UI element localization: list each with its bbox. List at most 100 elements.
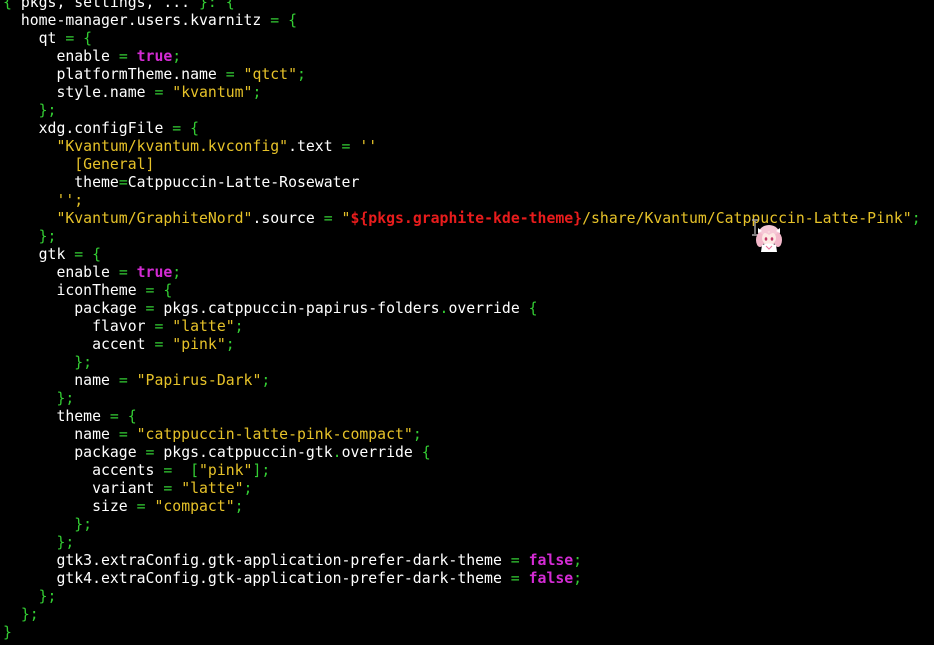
code-punctuation: ; bbox=[911, 210, 921, 227]
code-line[interactable]: }; bbox=[3, 390, 934, 408]
code-punctuation: = bbox=[510, 570, 529, 587]
code-string: ''; bbox=[3, 192, 84, 209]
code-keyword: false bbox=[528, 552, 574, 569]
code-punctuation: = { bbox=[109, 408, 137, 425]
code-punctuation: ; bbox=[243, 480, 253, 497]
code-line[interactable]: flavor = "latte"; bbox=[3, 318, 934, 336]
code-line[interactable]: }; bbox=[3, 102, 934, 120]
code-string: "Kvantum/kvantum.kvconfig" bbox=[3, 138, 289, 155]
code-line[interactable]: "Kvantum/kvantum.kvconfig".text = '' bbox=[3, 138, 934, 156]
code-string: "Kvantum/GraphiteNord" bbox=[3, 210, 253, 227]
code-line[interactable]: size = "compact"; bbox=[3, 498, 934, 516]
code-punctuation: }; bbox=[3, 588, 57, 605]
code-line[interactable]: [General] bbox=[3, 156, 934, 174]
code-line[interactable]: }; bbox=[3, 516, 934, 534]
code-identifier: pkgs, settings, ... bbox=[20, 0, 199, 11]
code-string: "latte" bbox=[181, 480, 244, 497]
code-punctuation: }; bbox=[3, 102, 57, 119]
code-editor[interactable]: { pkgs, settings, ... }: { home-manager.… bbox=[3, 0, 934, 642]
code-line[interactable]: }; bbox=[3, 534, 934, 552]
code-interpolation: ${pkgs.graphite-kde-theme} bbox=[350, 210, 583, 227]
code-identifier: pkgs.catppuccin-papirus-folders bbox=[163, 300, 440, 317]
code-string: "latte" bbox=[172, 318, 235, 335]
anime-girl-mascot-icon bbox=[752, 222, 784, 252]
code-punctuation: }; bbox=[3, 228, 57, 245]
code-identifier: .text bbox=[288, 138, 342, 155]
code-identifier: size bbox=[3, 498, 137, 515]
code-identifier: name bbox=[3, 372, 119, 389]
code-identifier: override bbox=[448, 300, 529, 317]
code-line[interactable]: gtk4.extraConfig.gtk-application-prefer-… bbox=[3, 570, 934, 588]
code-punctuation: = bbox=[118, 264, 137, 281]
code-string: /share/Kvantum/Catppuccin-Latte-Pink" bbox=[582, 210, 912, 227]
code-string: "pink" bbox=[172, 336, 226, 353]
code-string: "compact" bbox=[154, 498, 235, 515]
code-line[interactable]: }; bbox=[3, 354, 934, 372]
code-line[interactable]: gtk = { bbox=[3, 246, 934, 264]
code-punctuation: = bbox=[118, 48, 137, 65]
code-line[interactable]: accents = ["pink"]; bbox=[3, 462, 934, 480]
code-line[interactable]: theme = { bbox=[3, 408, 934, 426]
code-line[interactable]: theme=Catppuccin-Latte-Rosewater bbox=[3, 174, 934, 192]
code-line[interactable]: name = "catppuccin-latte-pink-compact"; bbox=[3, 426, 934, 444]
code-line[interactable]: gtk3.extraConfig.gtk-application-prefer-… bbox=[3, 552, 934, 570]
code-punctuation: }; bbox=[3, 534, 75, 551]
code-line[interactable]: package = pkgs.catppuccin-gtk.override { bbox=[3, 444, 934, 462]
code-string: "qtct" bbox=[243, 66, 297, 83]
code-punctuation: = { bbox=[65, 30, 93, 47]
code-line[interactable]: } bbox=[3, 624, 934, 642]
code-string: "Papirus-Dark" bbox=[136, 372, 262, 389]
code-punctuation: }; bbox=[3, 354, 93, 371]
code-line[interactable]: style.name = "kvantum"; bbox=[3, 84, 934, 102]
code-punctuation: { bbox=[3, 0, 21, 11]
code-line[interactable]: enable = true; bbox=[3, 264, 934, 282]
code-line[interactable]: }; bbox=[3, 606, 934, 624]
code-string: "catppuccin-latte-pink-compact" bbox=[136, 426, 413, 443]
code-punctuation: = bbox=[154, 318, 173, 335]
code-string: '' bbox=[359, 138, 378, 155]
code-line[interactable]: name = "Papirus-Dark"; bbox=[3, 372, 934, 390]
code-identifier: Catppuccin-Latte-Rosewater bbox=[127, 174, 360, 191]
code-identifier: theme bbox=[3, 408, 110, 425]
code-punctuation: = bbox=[145, 300, 164, 317]
code-line[interactable]: ''; bbox=[3, 192, 934, 210]
code-identifier: enable bbox=[3, 264, 119, 281]
code-punctuation: }; bbox=[3, 516, 93, 533]
code-line[interactable]: }; bbox=[3, 588, 934, 606]
code-line[interactable]: variant = "latte"; bbox=[3, 480, 934, 498]
code-punctuation: = bbox=[341, 138, 360, 155]
code-keyword: true bbox=[136, 264, 173, 281]
code-identifier: accent bbox=[3, 336, 155, 353]
code-punctuation: = { bbox=[172, 120, 199, 137]
code-line[interactable]: package = pkgs.catppuccin-papirus-folder… bbox=[3, 300, 934, 318]
code-punctuation: = bbox=[145, 444, 164, 461]
code-identifier: theme bbox=[3, 174, 119, 191]
code-punctuation: { bbox=[528, 300, 538, 317]
code-identifier: override bbox=[341, 444, 422, 461]
code-punctuation: = bbox=[154, 336, 173, 353]
code-punctuation: = { bbox=[270, 12, 297, 29]
code-punctuation: }: { bbox=[199, 0, 235, 11]
code-keyword: true bbox=[136, 48, 173, 65]
code-punctuation: ; bbox=[234, 318, 244, 335]
code-punctuation: = bbox=[323, 210, 342, 227]
code-line[interactable]: xdg.configFile = { bbox=[3, 120, 934, 138]
code-line[interactable]: accent = "pink"; bbox=[3, 336, 934, 354]
code-line[interactable]: }; bbox=[3, 228, 934, 246]
code-line[interactable]: { pkgs, settings, ... }: { bbox=[3, 0, 934, 12]
code-line[interactable]: "Kvantum/GraphiteNord".source = "${pkgs.… bbox=[3, 210, 934, 228]
code-line[interactable]: qt = { bbox=[3, 30, 934, 48]
code-identifier: platformTheme.name bbox=[3, 66, 226, 83]
code-punctuation: ; bbox=[573, 570, 583, 587]
code-punctuation: }; bbox=[3, 606, 39, 623]
code-punctuation: ; bbox=[252, 84, 262, 101]
code-line[interactable]: platformTheme.name = "qtct"; bbox=[3, 66, 934, 84]
code-identifier: gtk3.extraConfig.gtk-application-prefer-… bbox=[3, 552, 511, 569]
code-punctuation: = [ bbox=[163, 462, 199, 479]
code-line[interactable]: enable = true; bbox=[3, 48, 934, 66]
code-identifier: enable bbox=[3, 48, 119, 65]
code-line[interactable]: iconTheme = { bbox=[3, 282, 934, 300]
code-line[interactable]: home-manager.users.kvarnitz = { bbox=[3, 12, 934, 30]
code-identifier: pkgs.catppuccin-gtk bbox=[163, 444, 333, 461]
code-punctuation: . bbox=[332, 444, 342, 461]
